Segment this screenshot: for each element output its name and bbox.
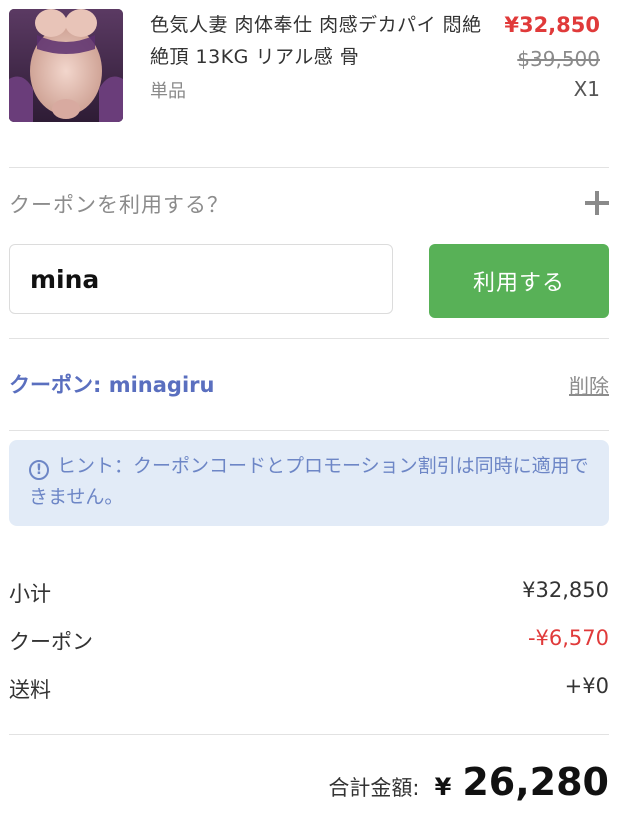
plus-icon[interactable] [585, 191, 609, 215]
checkout-page: 色気人妻 肉体奉仕 肉感デカパイ 悶絶絶頂 13KG リアル感 骨 単品 ¥32… [0, 0, 623, 822]
divider [9, 430, 609, 431]
total-label: 合計金額: [328, 776, 420, 800]
product-thumbnail[interactable] [9, 9, 123, 122]
divider [9, 734, 609, 735]
subtotal-label: 小计 [9, 582, 51, 606]
coupon-discount-label: クーポン [9, 630, 93, 654]
item-quantity: X1 [573, 77, 600, 101]
hint-text: ヒント：クーポンコードとプロモーション割引は同時に適用できません。 [29, 455, 589, 508]
total-row: 合計金額: ¥ 26,280 [9, 760, 609, 810]
apply-coupon-button[interactable]: 利用する [429, 244, 609, 318]
total-amount: 26,280 [462, 760, 609, 804]
total-currency: ¥ [434, 773, 452, 801]
divider [9, 167, 609, 168]
shipping-value: +¥0 [564, 674, 609, 698]
product-title[interactable]: 色気人妻 肉体奉仕 肉感デカパイ 悶絶絶頂 13KG リアル感 骨 [150, 9, 495, 73]
applied-coupon: クーポン: minagiru [9, 373, 215, 397]
subtotal-value: ¥32,850 [522, 578, 609, 602]
shipping-label: 送料 [9, 678, 51, 702]
subtotal-row: 小计 ¥32,850 [9, 578, 609, 610]
original-price: $39,500 [517, 47, 600, 71]
info-icon: ! [29, 460, 49, 480]
shipping-row: 送料 +¥0 [9, 674, 609, 706]
product-variant: 単品 [150, 81, 186, 102]
coupon-code-input[interactable] [9, 244, 393, 314]
remove-coupon-link[interactable]: 削除 [569, 370, 609, 399]
coupon-toggle-label: クーポンを利用する？ [9, 193, 229, 217]
coupon-discount-value: -¥6,570 [527, 626, 609, 650]
cart-item: 色気人妻 肉体奉仕 肉感デカパイ 悶絶絶頂 13KG リアル感 骨 単品 ¥32… [9, 9, 609, 124]
product-image [9, 9, 123, 122]
divider [9, 338, 609, 339]
coupon-discount-row: クーポン -¥6,570 [9, 626, 609, 658]
coupon-hint: ! ヒント：クーポンコードとプロモーション割引は同時に適用できません。 [9, 440, 609, 526]
sale-price: ¥32,850 [504, 13, 600, 37]
coupon-toggle[interactable]: クーポンを利用する？ [9, 185, 609, 225]
